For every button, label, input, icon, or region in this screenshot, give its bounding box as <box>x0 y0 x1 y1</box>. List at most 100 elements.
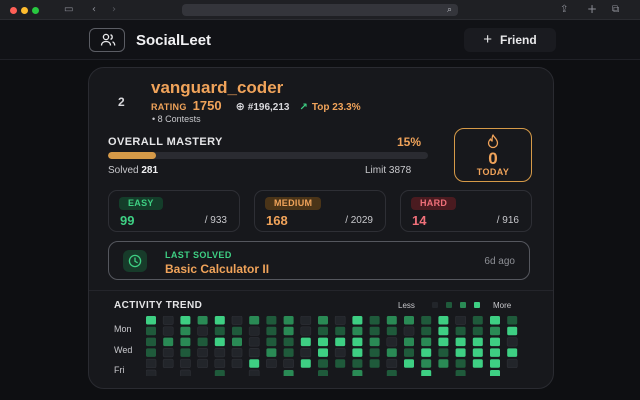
logo[interactable] <box>89 28 125 52</box>
heatmap-cell[interactable] <box>455 316 466 325</box>
minimize-window-button[interactable] <box>21 7 28 14</box>
heatmap-cell[interactable] <box>335 359 346 368</box>
add-friend-button[interactable]: + Friend <box>464 28 556 52</box>
heatmap-cell[interactable] <box>318 359 328 368</box>
heatmap-cell[interactable] <box>335 337 346 347</box>
zoom-window-button[interactable] <box>32 7 39 14</box>
heatmap-cell[interactable] <box>386 358 398 369</box>
heatmap-cell[interactable] <box>146 316 156 325</box>
heatmap-cell[interactable] <box>146 326 156 336</box>
heatmap-cell[interactable] <box>369 348 380 357</box>
last-solved-problem[interactable]: Basic Calculator II <box>165 262 269 276</box>
heatmap-cell[interactable] <box>318 326 328 336</box>
heatmap-cell[interactable] <box>248 369 260 376</box>
heatmap-cell[interactable] <box>334 316 346 325</box>
heatmap-cell[interactable] <box>300 316 312 325</box>
heatmap-cell[interactable] <box>300 348 312 358</box>
heatmap-cell[interactable] <box>403 326 415 336</box>
heatmap-cell[interactable] <box>318 316 328 325</box>
heatmap-cell[interactable] <box>283 370 294 376</box>
heatmap-cell[interactable] <box>180 337 191 347</box>
heatmap-cell[interactable] <box>438 359 449 368</box>
heatmap-cell[interactable] <box>231 316 243 325</box>
heatmap-cell[interactable] <box>180 358 191 369</box>
heatmap-cell[interactable] <box>352 359 363 368</box>
heatmap-cell[interactable] <box>490 370 500 376</box>
heatmap-cell[interactable] <box>386 337 398 347</box>
heatmap-cell[interactable] <box>146 358 157 369</box>
heatmap-cell[interactable] <box>214 326 225 336</box>
heatmap-cell[interactable] <box>180 316 191 325</box>
heatmap-cell[interactable] <box>248 326 260 336</box>
heatmap-cell[interactable] <box>163 337 174 347</box>
sidebar-icon[interactable]: ▭ <box>64 3 73 17</box>
heatmap-cell[interactable] <box>162 326 174 336</box>
heatmap-cell[interactable] <box>162 348 174 358</box>
heatmap-cell[interactable] <box>369 316 380 325</box>
heatmap-cell[interactable] <box>232 337 242 347</box>
heatmap-cell[interactable] <box>266 348 277 357</box>
heatmap-cell[interactable] <box>214 358 226 369</box>
tabs-overview-icon[interactable]: ⧉ <box>612 3 619 17</box>
heatmap-cell[interactable] <box>386 326 397 336</box>
heatmap-cell[interactable] <box>507 326 518 336</box>
heatmap-cell[interactable] <box>455 348 466 357</box>
heatmap-cell[interactable] <box>455 337 466 347</box>
heatmap-cell[interactable] <box>300 326 312 336</box>
heatmap-cell[interactable] <box>404 337 414 347</box>
heatmap-cell[interactable] <box>472 348 483 357</box>
heatmap-cell[interactable] <box>421 359 432 368</box>
heatmap-cell[interactable] <box>146 348 156 357</box>
heatmap-cell[interactable] <box>352 326 363 336</box>
new-tab-icon[interactable]: + <box>587 2 597 16</box>
username[interactable]: vanguard_coder <box>151 78 283 98</box>
heatmap-cell[interactable] <box>283 316 294 325</box>
heatmap-cell[interactable] <box>283 337 294 347</box>
heatmap-cell[interactable] <box>506 337 518 347</box>
heatmap-cell[interactable] <box>369 337 380 347</box>
heatmap-cell[interactable] <box>438 326 449 336</box>
heatmap-cell[interactable] <box>197 358 208 369</box>
heatmap-cell[interactable] <box>300 359 311 368</box>
heatmap-cell[interactable] <box>472 359 483 368</box>
heatmap-cell[interactable] <box>386 316 397 325</box>
heatmap-cell[interactable] <box>386 348 397 357</box>
heatmap-cell[interactable] <box>438 316 449 325</box>
heatmap-cell[interactable] <box>283 326 294 336</box>
heatmap-cell[interactable] <box>214 370 225 376</box>
heatmap-cell[interactable] <box>232 326 242 336</box>
heatmap-cell[interactable] <box>352 348 363 357</box>
heatmap-cell[interactable] <box>404 348 414 357</box>
heatmap-cell[interactable] <box>266 358 277 369</box>
heatmap-cell[interactable] <box>490 337 500 347</box>
heatmap-cell[interactable] <box>472 337 483 347</box>
heatmap-cell[interactable] <box>318 337 328 347</box>
heatmap-cell[interactable] <box>283 358 294 369</box>
heatmap-cell[interactable] <box>266 316 277 325</box>
last-solved-card[interactable]: LAST SOLVED Basic Calculator II 6d ago <box>108 241 530 280</box>
heatmap-cell[interactable] <box>266 326 277 336</box>
heatmap-cell[interactable] <box>455 326 466 336</box>
heatmap-cell[interactable] <box>300 337 311 347</box>
heatmap-cell[interactable] <box>334 348 346 358</box>
heatmap-cell[interactable] <box>352 370 363 376</box>
heatmap-cell[interactable] <box>404 316 414 325</box>
heatmap-cell[interactable] <box>421 337 432 347</box>
heatmap-cell[interactable] <box>146 337 156 347</box>
heatmap-cell[interactable] <box>335 326 346 336</box>
heatmap-cell[interactable] <box>490 359 500 368</box>
heatmap-cell[interactable] <box>507 348 518 357</box>
heatmap-cell[interactable] <box>197 337 208 347</box>
heatmap-cell[interactable] <box>472 316 483 325</box>
heatmap-cell[interactable] <box>490 326 500 336</box>
heatmap-cell[interactable] <box>455 370 466 376</box>
heatmap-cell[interactable] <box>146 369 157 376</box>
forward-icon[interactable]: › <box>112 3 116 17</box>
heatmap-cell[interactable] <box>231 348 243 358</box>
back-icon[interactable]: ‹ <box>92 3 96 17</box>
heatmap-cell[interactable] <box>318 370 328 376</box>
heatmap-cell[interactable] <box>438 348 449 357</box>
heatmap-cell[interactable] <box>352 337 363 347</box>
heatmap-cell[interactable] <box>404 359 414 368</box>
heatmap-cell[interactable] <box>266 337 277 347</box>
